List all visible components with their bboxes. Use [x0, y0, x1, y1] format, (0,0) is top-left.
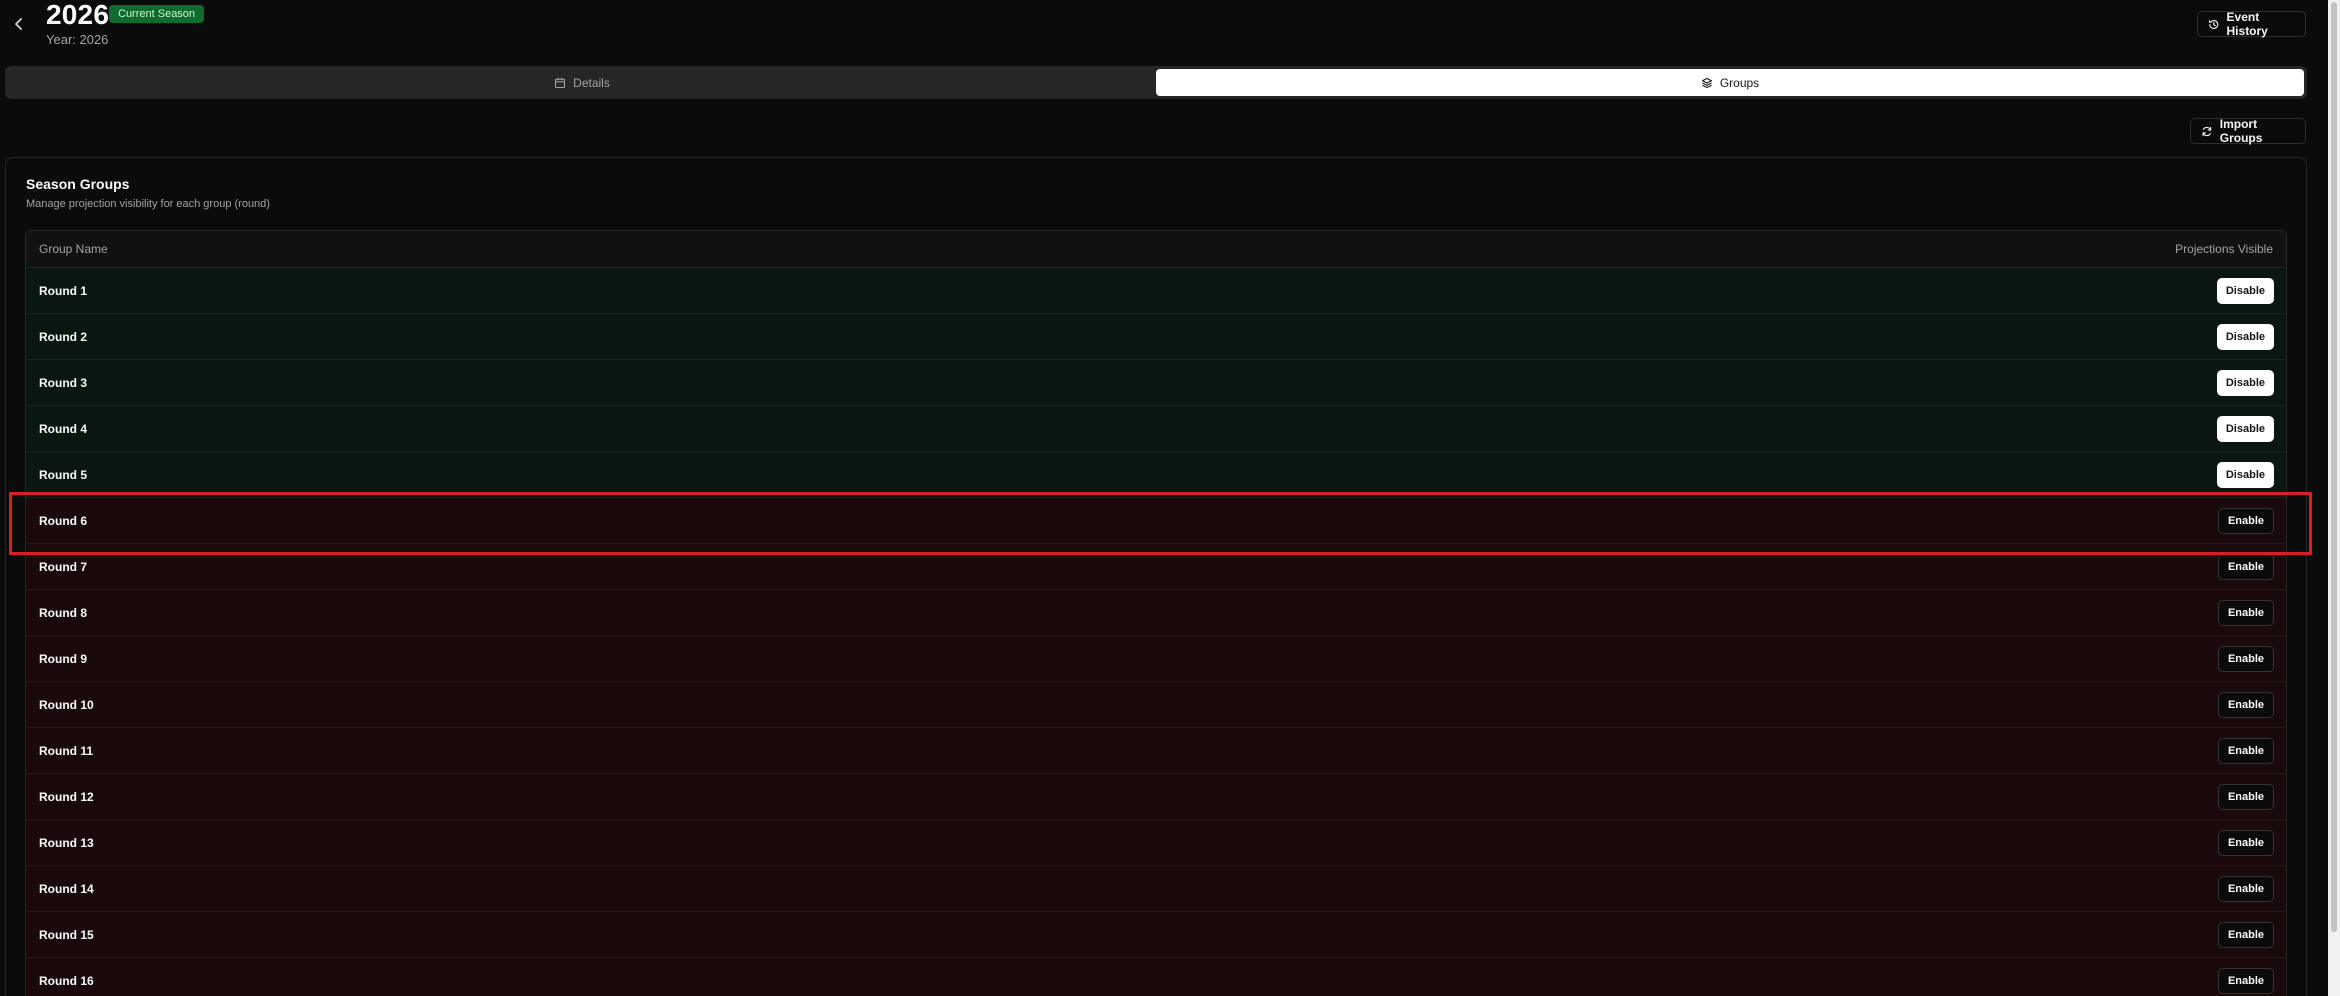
table-row: Round 3 Disable: [26, 360, 2286, 406]
table-row: Round 2 Disable: [26, 314, 2286, 360]
group-name: Round 9: [39, 651, 87, 666]
table-row: Round 13 Enable: [26, 820, 2286, 866]
status-badge: Current Season: [109, 5, 205, 23]
scrollbar-thumb[interactable]: [2331, 2, 2337, 932]
group-name: Round 16: [39, 973, 94, 988]
enable-button[interactable]: Enable: [2218, 921, 2274, 948]
tab-groups[interactable]: Groups: [1156, 69, 2304, 96]
season-groups-card: Season Groups Manage projection visibili…: [5, 157, 2307, 996]
enable-button[interactable]: Enable: [2218, 737, 2274, 764]
group-name: Round 2: [39, 329, 87, 344]
event-history-button[interactable]: Event History: [2197, 10, 2306, 38]
tab-groups-label: Groups: [1719, 75, 1760, 90]
scrollbar[interactable]: [2328, 0, 2340, 996]
group-name: Round 13: [39, 835, 94, 850]
table-row: Round 10 Enable: [26, 682, 2286, 728]
group-name: Round 5: [39, 467, 87, 482]
card-title: Season Groups: [26, 176, 130, 192]
table-row: Round 12 Enable: [26, 774, 2286, 820]
enable-button[interactable]: Enable: [2218, 829, 2274, 856]
enable-button[interactable]: Enable: [2218, 645, 2274, 672]
groups-table: Group Name Projections Visible Round 1 Di…: [25, 230, 2287, 996]
page-subtitle: Year: 2026: [46, 32, 109, 47]
enable-button[interactable]: Enable: [2218, 553, 2274, 580]
group-name: Round 8: [39, 605, 87, 620]
group-name: Round 7: [39, 559, 87, 574]
back-button[interactable]: [10, 12, 28, 36]
page-title: 2026: [46, 0, 110, 30]
table-row: Round 4 Disable: [26, 406, 2286, 452]
table-row: Round 14 Enable: [26, 866, 2286, 912]
disable-button[interactable]: Disable: [2216, 461, 2274, 488]
column-header-group-name: Group Name: [39, 242, 108, 256]
import-groups-label: Import Groups: [2219, 117, 2263, 145]
table-header: Group Name Projections Visible: [26, 231, 2286, 268]
event-history-label: Event History: [2226, 10, 2268, 38]
group-name: Round 15: [39, 927, 94, 942]
refresh-icon: [2202, 126, 2212, 136]
enable-button[interactable]: Enable: [2218, 967, 2274, 994]
history-icon: [2208, 19, 2219, 29]
card-description: Manage projection visibility for each gr…: [26, 198, 270, 210]
table-row: Round 6 Enable: [26, 498, 2286, 544]
disable-button[interactable]: Disable: [2216, 277, 2274, 304]
table-row: Round 11 Enable: [26, 728, 2286, 774]
group-name: Round 6: [39, 513, 87, 528]
table-row: Round 7 Enable: [26, 544, 2286, 590]
table-row: Round 15 Enable: [26, 912, 2286, 958]
group-name: Round 10: [39, 697, 94, 712]
disable-button[interactable]: Disable: [2216, 323, 2274, 350]
group-name: Round 4: [39, 421, 87, 436]
enable-button[interactable]: Enable: [2218, 599, 2274, 626]
table-row: Round 8 Enable: [26, 590, 2286, 636]
enable-button[interactable]: Enable: [2218, 507, 2274, 534]
table-body: Round 1 Disable Round 2 Disable Round 3 Disab…: [26, 268, 2286, 996]
group-name: Round 14: [39, 881, 94, 896]
tab-list: Details Groups: [5, 66, 2307, 99]
enable-button[interactable]: Enable: [2218, 783, 2274, 810]
tab-details[interactable]: Details: [8, 69, 1156, 96]
group-name: Round 12: [39, 789, 94, 804]
table-row: Round 16 Enable: [26, 958, 2286, 996]
group-name: Round 11: [39, 743, 94, 758]
table-row: Round 5 Disable: [26, 452, 2286, 498]
table-row: Round 9 Enable: [26, 636, 2286, 682]
tab-details-label: Details: [573, 75, 610, 90]
column-header-projections-visible: Projections Visible: [2175, 242, 2273, 256]
calendar-icon: [555, 77, 566, 88]
enable-button[interactable]: Enable: [2218, 691, 2274, 718]
disable-button[interactable]: Disable: [2216, 369, 2274, 396]
group-name: Round 1: [39, 283, 87, 298]
layers-icon: [1701, 77, 1712, 88]
table-row: Round 1 Disable: [26, 268, 2286, 314]
import-groups-button[interactable]: Import Groups: [2190, 117, 2306, 145]
page: 2026 Current Season Year: 2026 Event His…: [0, 0, 2340, 996]
group-name: Round 3: [39, 375, 87, 390]
enable-button[interactable]: Enable: [2218, 875, 2274, 902]
disable-button[interactable]: Disable: [2216, 415, 2274, 442]
chevron-left-icon: [15, 18, 22, 30]
